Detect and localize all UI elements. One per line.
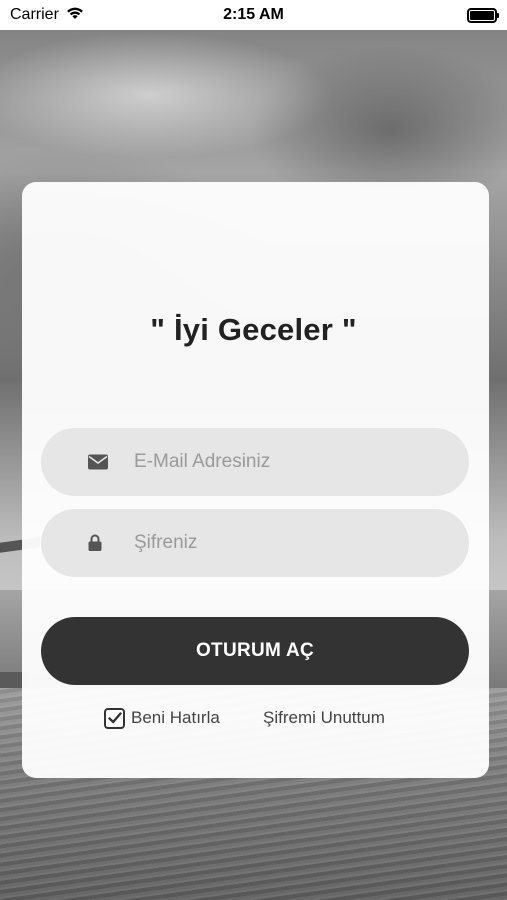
login-button[interactable]: OTURUM AÇ <box>41 617 469 685</box>
password-input[interactable] <box>134 509 454 577</box>
battery-icon <box>466 7 499 23</box>
status-bar: Carrier 2:15 AM <box>0 0 507 30</box>
envelope-icon <box>88 454 108 470</box>
forgot-password-link[interactable]: Şifremi Unuttum <box>263 706 385 730</box>
remember-me[interactable]: Beni Hatırla <box>104 706 220 730</box>
remember-label: Beni Hatırla <box>131 708 220 727</box>
password-field[interactable] <box>41 509 469 577</box>
status-left: Carrier <box>10 6 140 25</box>
greeting-title: " İyi Geceler " <box>150 312 357 347</box>
carrier-label: Carrier <box>10 6 59 23</box>
wifi-icon <box>65 6 85 25</box>
lock-icon <box>88 534 102 552</box>
clock: 2:15 AM <box>223 6 284 23</box>
remember-checkbox[interactable] <box>104 707 125 729</box>
status-right <box>367 7 499 23</box>
checkmark-icon <box>107 712 122 724</box>
email-input[interactable] <box>134 428 454 496</box>
email-field[interactable] <box>41 428 469 496</box>
